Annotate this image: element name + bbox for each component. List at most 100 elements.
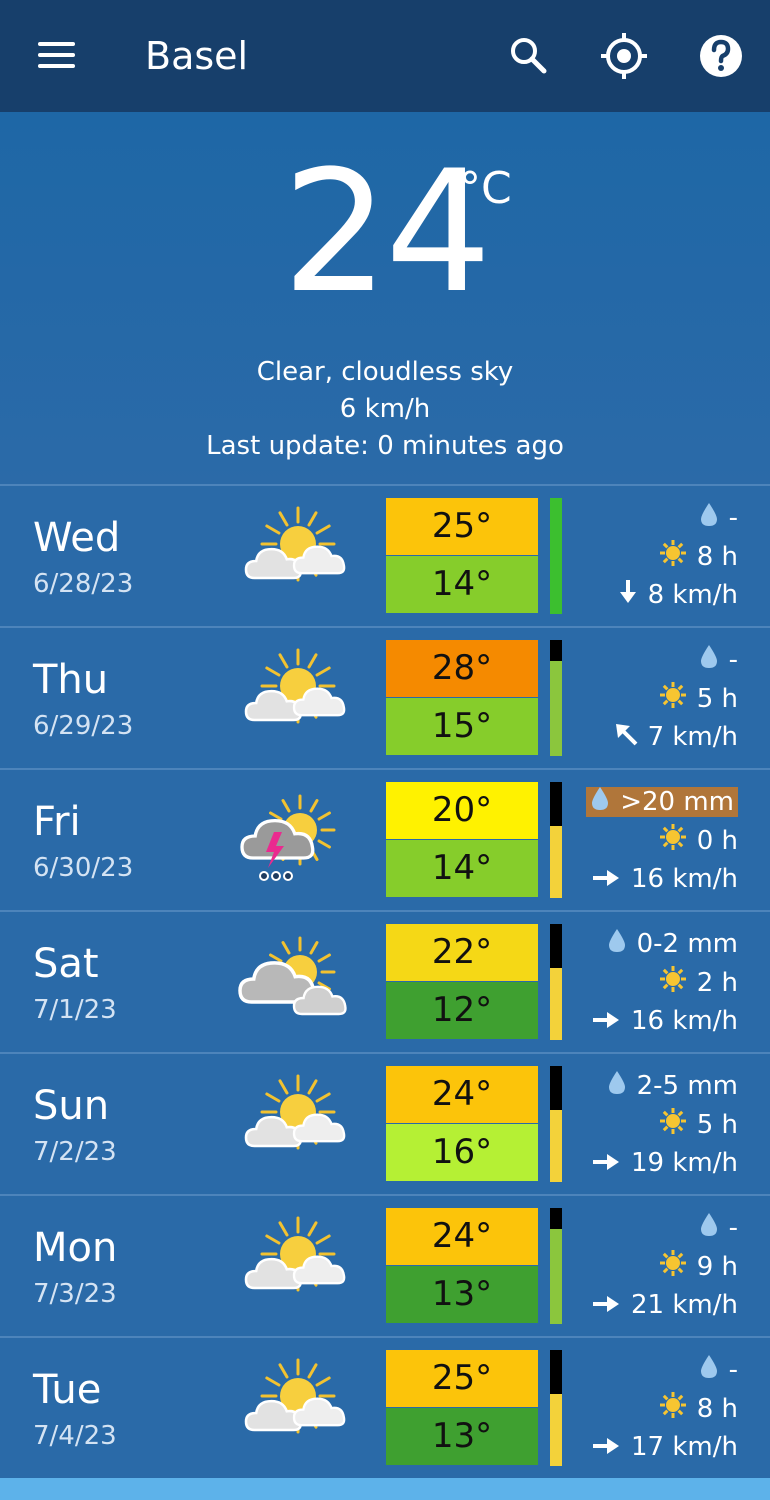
high-temperature: 22° bbox=[386, 924, 538, 981]
sunshine: 2 h bbox=[659, 965, 738, 1002]
wind-speed: 17 km/h bbox=[631, 1432, 738, 1462]
weather-quality-fill bbox=[550, 1110, 562, 1182]
precipitation-value-wrap: 2-5 mm bbox=[607, 1071, 738, 1101]
forecast-row[interactable]: Fri 6/30/23 20° 14° >20 mm 0 h 16 km/h bbox=[0, 768, 770, 910]
weather-quality-fill bbox=[550, 1394, 562, 1466]
precipitation-value-wrap: - bbox=[699, 1355, 738, 1385]
city-title: Basel bbox=[145, 34, 249, 78]
wind-speed: 7 km/h bbox=[647, 722, 738, 752]
rain-drop-icon bbox=[607, 927, 627, 962]
wind: 8 km/h bbox=[618, 578, 738, 613]
current-condition: Clear, cloudless sky bbox=[256, 357, 514, 387]
weather-quality-bar bbox=[550, 1350, 562, 1466]
day-name: Mon bbox=[33, 1225, 118, 1271]
low-temperature: 13° bbox=[386, 1408, 538, 1465]
precipitation-value: - bbox=[728, 1355, 738, 1385]
weather-quality-bar bbox=[550, 782, 562, 898]
precipitation: 2-5 mm bbox=[607, 1069, 738, 1104]
search-icon[interactable] bbox=[502, 30, 554, 82]
right-arrow-icon bbox=[591, 1431, 621, 1465]
menu-icon[interactable] bbox=[30, 32, 82, 78]
weather-quality-bar bbox=[550, 498, 562, 614]
precipitation: - bbox=[699, 643, 738, 678]
day-name: Fri bbox=[33, 799, 81, 845]
sun-cloud-icon bbox=[238, 642, 358, 752]
wind-speed: 16 km/h bbox=[631, 864, 738, 894]
weather-quality-bar bbox=[550, 1208, 562, 1324]
sunshine: 8 h bbox=[659, 1391, 738, 1428]
weather-quality-bar bbox=[550, 1066, 562, 1182]
precipitation-value: 2-5 mm bbox=[636, 1071, 738, 1101]
sun-icon bbox=[659, 539, 687, 576]
sunshine-hours: 5 h bbox=[696, 1110, 738, 1140]
weather-quality-fill bbox=[550, 660, 562, 756]
precipitation: >20 mm bbox=[586, 785, 738, 820]
precipitation-value-wrap: - bbox=[699, 645, 738, 675]
day-name: Sat bbox=[33, 941, 99, 987]
precipitation: - bbox=[699, 1211, 738, 1246]
precipitation: - bbox=[699, 1353, 738, 1388]
precipitation-value: 0-2 mm bbox=[636, 929, 738, 959]
day-date: 6/28/23 bbox=[33, 569, 134, 599]
day-name: Wed bbox=[33, 515, 121, 561]
right-arrow-icon bbox=[591, 1147, 621, 1181]
bottom-panel[interactable] bbox=[0, 1478, 770, 1500]
sun-cloud-icon bbox=[238, 1068, 358, 1178]
wind: 7 km/h bbox=[614, 720, 738, 755]
current-conditions: 24 °C Clear, cloudless sky 6 km/h Last u… bbox=[0, 112, 770, 484]
sunshine: 5 h bbox=[659, 1107, 738, 1144]
day-date: 6/29/23 bbox=[33, 711, 134, 741]
forecast-row[interactable]: Wed 6/28/23 25° 14° - 8 h 8 km/h bbox=[0, 484, 770, 626]
sunshine-hours: 8 h bbox=[696, 542, 738, 572]
precipitation-value-wrap: - bbox=[699, 1213, 738, 1243]
temperature-unit: °C bbox=[459, 163, 512, 214]
sunshine-hours: 2 h bbox=[696, 968, 738, 998]
day-date: 7/3/23 bbox=[33, 1279, 117, 1309]
day-name: Thu bbox=[33, 657, 109, 703]
sun-icon bbox=[659, 1107, 687, 1144]
high-temperature: 25° bbox=[386, 1350, 538, 1407]
wind: 16 km/h bbox=[591, 862, 738, 897]
help-icon[interactable] bbox=[695, 30, 747, 82]
high-temperature: 24° bbox=[386, 1208, 538, 1265]
sunshine-hours: 8 h bbox=[696, 1394, 738, 1424]
sunshine-hours: 5 h bbox=[696, 684, 738, 714]
last-update: Last update: 0 minutes ago bbox=[206, 431, 564, 461]
rain-drop-icon bbox=[590, 785, 610, 820]
low-temperature: 12° bbox=[386, 982, 538, 1039]
sun-icon bbox=[659, 1249, 687, 1286]
weather-quality-bar bbox=[550, 640, 562, 756]
day-name: Sun bbox=[33, 1083, 110, 1129]
current-temperature: 24 bbox=[282, 134, 492, 330]
low-temperature: 16° bbox=[386, 1124, 538, 1181]
sunshine: 9 h bbox=[659, 1249, 738, 1286]
sun-cloud-icon bbox=[238, 500, 358, 610]
forecast-row[interactable]: Sat 7/1/23 22° 12° 0-2 mm 2 h 16 km/h bbox=[0, 910, 770, 1052]
wind-speed: 8 km/h bbox=[647, 580, 738, 610]
forecast-row[interactable]: Sun 7/2/23 24° 16° 2-5 mm 5 h 19 km/h bbox=[0, 1052, 770, 1194]
precipitation-value: - bbox=[728, 645, 738, 675]
high-temperature: 24° bbox=[386, 1066, 538, 1123]
precipitation-value-wrap: 0-2 mm bbox=[607, 929, 738, 959]
rain-drop-icon bbox=[699, 501, 719, 536]
high-temperature: 25° bbox=[386, 498, 538, 555]
sunshine: 5 h bbox=[659, 681, 738, 718]
weather-quality-fill bbox=[550, 968, 562, 1040]
locate-icon[interactable] bbox=[598, 30, 650, 82]
right-arrow-icon bbox=[591, 1289, 621, 1323]
sun-icon bbox=[659, 681, 687, 718]
forecast-row[interactable]: Tue 7/4/23 25° 13° - 8 h 17 km/h bbox=[0, 1336, 770, 1478]
forecast-row[interactable]: Mon 7/3/23 24° 13° - 9 h 21 km/h bbox=[0, 1194, 770, 1336]
sun-icon bbox=[659, 965, 687, 1002]
sunshine-hours: 9 h bbox=[696, 1252, 738, 1282]
right-arrow-icon bbox=[591, 1005, 621, 1039]
sun-cloud-icon bbox=[238, 1210, 358, 1320]
high-temperature: 28° bbox=[386, 640, 538, 697]
wind-speed: 21 km/h bbox=[631, 1290, 738, 1320]
weather-quality-fill bbox=[550, 498, 562, 614]
forecast-row[interactable]: Thu 6/29/23 28° 15° - 5 h 7 km/h bbox=[0, 626, 770, 768]
day-date: 6/30/23 bbox=[33, 853, 134, 883]
rain-drop-icon bbox=[607, 1069, 627, 1104]
sun-icon bbox=[659, 1391, 687, 1428]
cloudy-sun-icon bbox=[238, 926, 358, 1036]
